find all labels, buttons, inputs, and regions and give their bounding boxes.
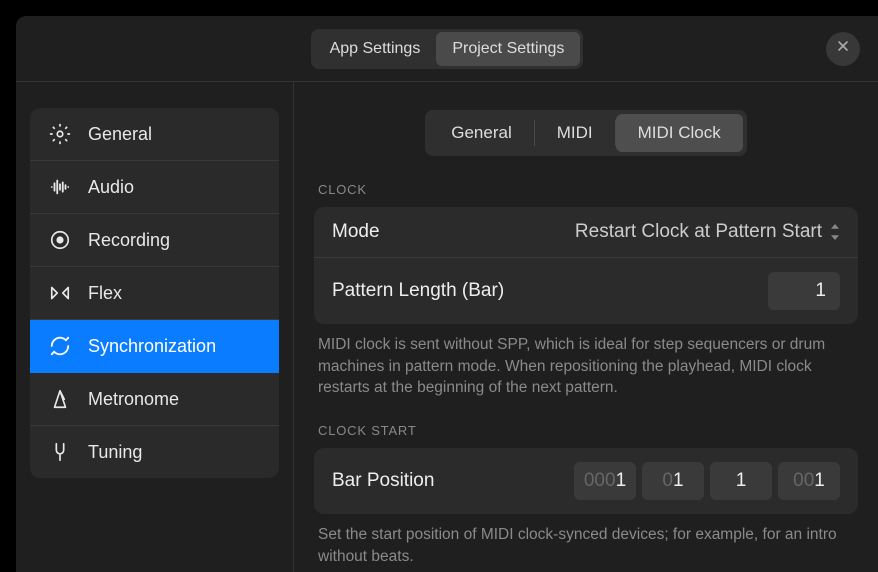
pattern-length-label: Pattern Length (Bar) [332,280,504,302]
chevron-updown-icon [830,224,840,240]
mode-label: Mode [332,221,380,243]
mode-row[interactable]: Mode Restart Clock at Pattern Start [314,207,858,258]
bar-position-row: Bar Position 0001 01 1 001 [314,448,858,514]
bar-position-fields: 0001 01 1 001 [574,462,840,500]
sidebar-item-synchronization[interactable]: Synchronization [30,320,279,373]
sidebar-item-label: Tuning [88,442,142,463]
mode-value-text: Restart Clock at Pattern Start [575,221,822,243]
sidebar-item-label: Audio [88,177,134,198]
sidebar-item-tuning[interactable]: Tuning [30,426,279,478]
dialog-body: General Audio Recording [16,82,878,572]
bp-value: 1 [673,470,684,492]
metronome-icon [48,387,72,411]
bar-position-field-3[interactable]: 1 [710,462,772,500]
sub-tab-midi[interactable]: MIDI [535,114,615,152]
sidebar-item-recording[interactable]: Recording [30,214,279,267]
sidebar-nav: General Audio Recording [30,108,279,478]
dialog-header: App Settings Project Settings [16,16,878,82]
tuning-fork-icon [48,440,72,464]
sidebar-item-metronome[interactable]: Metronome [30,373,279,426]
bp-value: 1 [814,470,825,492]
bp-leading-zeros: 000 [584,470,616,492]
waveform-icon [48,175,72,199]
bp-leading-zeros: 0 [662,470,673,492]
sub-tab-midi-clock[interactable]: MIDI Clock [616,114,743,152]
clock-start-settings-group: Bar Position 0001 01 1 001 [314,448,858,514]
bp-value: 1 [616,470,627,492]
sidebar-item-label: Metronome [88,389,179,410]
pattern-length-row: Pattern Length (Bar) 1 [314,258,858,324]
sidebar-item-label: Synchronization [88,336,216,357]
settings-tab-switcher: App Settings Project Settings [311,29,584,69]
sidebar-item-label: Flex [88,283,122,304]
sub-tab-container: General MIDI MIDI Clock [425,110,747,156]
settings-dialog: App Settings Project Settings General [16,16,878,572]
gear-icon [48,122,72,146]
clock-settings-group: Mode Restart Clock at Pattern Start Patt… [314,207,858,324]
bar-position-label: Bar Position [332,470,434,492]
sidebar-item-label: General [88,124,152,145]
bar-position-field-4[interactable]: 001 [778,462,840,500]
record-icon [48,228,72,252]
sidebar-item-general[interactable]: General [30,108,279,161]
sidebar-item-label: Recording [88,230,170,251]
close-button[interactable] [826,32,860,66]
pattern-length-input[interactable]: 1 [768,272,840,310]
bp-leading-zeros: 00 [793,470,814,492]
clock-help-text: MIDI clock is sent without SPP, which is… [318,334,854,399]
tab-app-settings[interactable]: App Settings [314,32,437,66]
close-icon [835,38,851,59]
flex-icon [48,281,72,305]
bp-value: 1 [736,470,747,492]
tab-project-settings[interactable]: Project Settings [436,32,580,66]
section-header-clock-start: CLOCK START [318,423,858,438]
main-content: General MIDI MIDI Clock CLOCK Mode Resta… [294,82,878,572]
sidebar: General Audio Recording [16,82,294,572]
bar-position-field-2[interactable]: 01 [642,462,704,500]
clock-start-help-text: Set the start position of MIDI clock-syn… [318,524,854,567]
mode-value: Restart Clock at Pattern Start [575,221,840,243]
sync-icon [48,334,72,358]
sidebar-item-audio[interactable]: Audio [30,161,279,214]
bar-position-field-1[interactable]: 0001 [574,462,636,500]
sub-tab-bar: General MIDI MIDI Clock [314,110,858,156]
sidebar-item-flex[interactable]: Flex [30,267,279,320]
section-header-clock: CLOCK [318,182,858,197]
sub-tab-general[interactable]: General [429,114,533,152]
